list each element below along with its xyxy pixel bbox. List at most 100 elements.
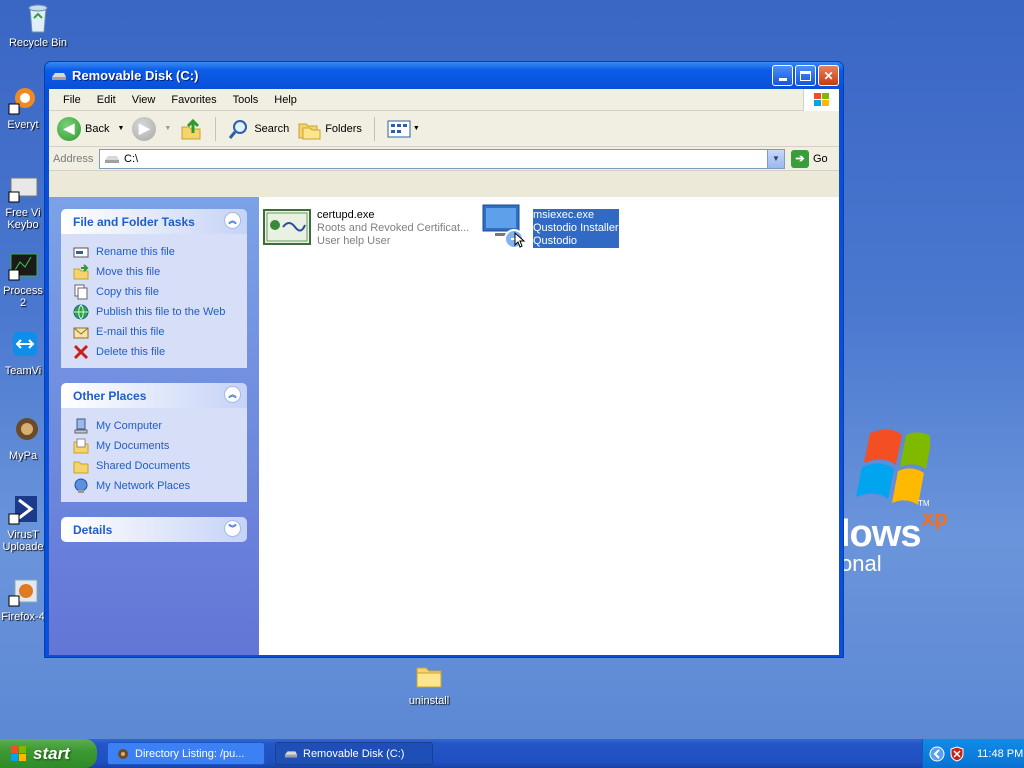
task-move[interactable]: Move this file [73, 262, 237, 282]
folders-button[interactable]: Folders [293, 114, 366, 144]
address-dropdown-button[interactable]: ▼ [767, 149, 784, 168]
windows-flag-icon [856, 429, 930, 505]
menu-file[interactable]: File [55, 94, 89, 106]
taskbar: start Directory Listing: /pu... Removabl… [0, 739, 1024, 768]
desktop-icon-virustotal-uploader[interactable]: VirusT Uploade [0, 494, 46, 553]
windows-flag-icon [11, 745, 26, 761]
views-icon [387, 120, 411, 137]
drive-icon [105, 155, 119, 163]
documents-folder-icon [73, 438, 89, 454]
taskbar-item-label: Removable Disk (C:) [303, 747, 405, 760]
task-label: Copy this file [96, 286, 159, 298]
desktop-icon-label: uninstall [408, 695, 450, 707]
place-my-documents[interactable]: My Documents [73, 436, 237, 456]
collapse-icon[interactable]: ︽ [224, 212, 241, 229]
start-button[interactable]: start [0, 739, 97, 768]
folders-label: Folders [325, 122, 362, 135]
clock[interactable]: 11:48 PM [977, 748, 1023, 760]
collapse-icon[interactable]: ︽ [224, 386, 241, 403]
menu-help[interactable]: Help [266, 94, 305, 106]
email-icon [73, 327, 89, 339]
task-delete[interactable]: Delete this file [73, 342, 237, 362]
panel-title: Other Places [73, 388, 147, 403]
details-panel: Details ︾ [61, 517, 247, 542]
logo-text-windows: lows [840, 513, 921, 555]
task-copy[interactable]: Copy this file [73, 282, 237, 302]
maximize-icon [800, 70, 811, 81]
desktop-icon-label: Everyt [7, 119, 39, 131]
tray-expand-icon[interactable] [929, 746, 945, 762]
browser-icon [118, 748, 128, 759]
task-pane: File and Folder Tasks ︽ Rename this file… [49, 197, 259, 655]
desktop-icon-process[interactable]: Process 2 [0, 250, 46, 309]
chevron-down-icon: ▼ [117, 125, 125, 132]
standard-toolbar: ◀ Back ▼ ▶ ▼ Search Folders ▼ [49, 111, 839, 147]
taskbar-item-label: Directory Listing: /pu... [135, 747, 245, 760]
minimize-icon [778, 78, 787, 81]
panel-body: My Computer My Documents Shared Document… [61, 408, 247, 502]
windows-throbber [803, 89, 839, 111]
minimize-button[interactable] [772, 65, 793, 86]
copy-icon [74, 284, 88, 300]
place-my-computer[interactable]: My Computer [73, 416, 237, 436]
close-button[interactable]: ✕ [818, 65, 839, 86]
desktop-icon-mypal[interactable]: MyPa [0, 415, 46, 462]
place-label: My Documents [96, 440, 170, 452]
task-email[interactable]: E-mail this file [73, 322, 237, 342]
menu-view[interactable]: View [124, 94, 164, 106]
expand-icon[interactable]: ︾ [224, 520, 241, 537]
panel-body: Rename this file Move this file Copy thi… [61, 234, 247, 368]
maximize-button[interactable] [795, 65, 816, 86]
taskbar-item-removable-disk[interactable]: Removable Disk (C:) [275, 742, 433, 765]
chevron-down-icon: ▼ [164, 125, 172, 132]
close-icon: ✕ [823, 68, 834, 83]
search-button[interactable]: Search [224, 114, 293, 144]
task-label: E-mail this file [96, 326, 165, 338]
toolbar-separator [215, 116, 217, 141]
mypal-icon [7, 415, 39, 447]
desktop-icon-teamviewer[interactable]: TeamVi [0, 330, 46, 377]
back-button[interactable]: ◀ Back ▼ [53, 114, 128, 144]
desktop-icon-uninstall-folder[interactable]: uninstall [391, 660, 467, 707]
file-item-msiexec[interactable]: msiexec.exe Qustodio Installer Qustodio [481, 203, 619, 249]
explorer-window: Removable Disk (C:) ✕ File Edit View Fav… [44, 61, 844, 658]
folder-icon [413, 660, 445, 692]
menu-edit[interactable]: Edit [89, 94, 124, 106]
desktop-icon-firefox[interactable]: Firefox-4 [0, 576, 46, 623]
desktop-icon-label: TeamVi [4, 365, 42, 377]
recycle-bin-icon [22, 2, 54, 34]
file-company: User help User [317, 235, 391, 247]
file-description: Roots and Revoked Certificat... [317, 222, 470, 234]
file-list[interactable]: certupd.exe Roots and Revoked Certificat… [259, 197, 839, 655]
taskbar-item-directory-listing[interactable]: Directory Listing: /pu... [107, 742, 265, 765]
place-shared-documents[interactable]: Shared Documents [73, 456, 237, 476]
window-title: Removable Disk (C:) [72, 68, 199, 83]
file-item-certupd[interactable]: certupd.exe Roots and Revoked Certificat… [263, 209, 469, 248]
task-label: Publish this file to the Web [96, 306, 226, 318]
place-my-network-places[interactable]: My Network Places [73, 476, 237, 496]
removable-disk-icon [52, 72, 66, 80]
panel-header[interactable]: Details ︾ [61, 517, 247, 542]
panel-title: File and Folder Tasks [73, 214, 195, 229]
go-button[interactable]: ➔ Go [791, 149, 828, 168]
forward-button[interactable]: ▶ ▼ [128, 114, 175, 144]
up-folder-button[interactable] [175, 114, 207, 144]
explorer-content: File and Folder Tasks ︽ Rename this file… [49, 197, 839, 655]
desktop-icon-recycle-bin[interactable]: Recycle Bin [0, 2, 76, 49]
window-titlebar[interactable]: Removable Disk (C:) ✕ [45, 62, 843, 89]
file-folder-tasks-panel: File and Folder Tasks ︽ Rename this file… [61, 209, 247, 368]
menu-tools[interactable]: Tools [225, 94, 267, 106]
panel-header[interactable]: File and Folder Tasks ︽ [61, 209, 247, 234]
desktop-icon-everything[interactable]: Everyt [0, 84, 46, 131]
installer-icon [482, 204, 526, 249]
security-shield-icon[interactable] [949, 745, 965, 762]
shared-folder-icon [73, 461, 89, 474]
task-rename[interactable]: Rename this file [73, 242, 237, 262]
menu-favorites[interactable]: Favorites [163, 94, 224, 106]
task-publish-web[interactable]: Publish this file to the Web [73, 302, 237, 322]
panel-header[interactable]: Other Places ︽ [61, 383, 247, 408]
logo-text-xp: xp [922, 505, 948, 530]
views-button[interactable]: ▼ [383, 114, 424, 144]
desktop-icon-free-virtual-keyboard[interactable]: Free Vi Keybo [0, 172, 46, 231]
address-input[interactable]: C:\ ▼ [99, 148, 785, 169]
